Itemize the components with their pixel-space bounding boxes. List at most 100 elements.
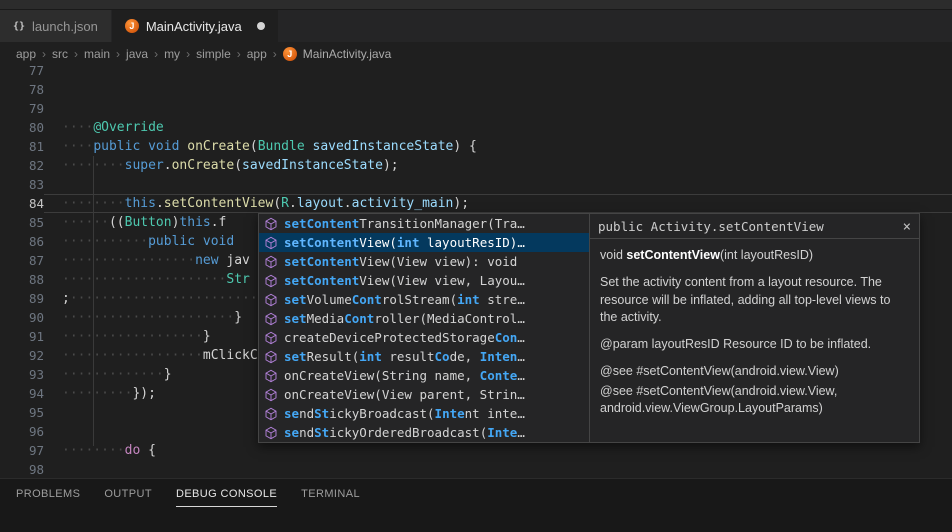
suggestion-item[interactable]: setMediaController(MediaControl… xyxy=(259,309,589,328)
method-signature: void setContentView(int layoutResID) xyxy=(600,247,909,264)
suggestion-item[interactable]: setContentTransitionManager(Tra… xyxy=(259,214,589,233)
suggestion-label: setMediaController(MediaControl… xyxy=(284,311,525,326)
code-text: ····@Override xyxy=(44,118,952,137)
chevron-right-icon: › xyxy=(154,47,158,61)
method-icon xyxy=(263,350,279,364)
panel-tab-problems[interactable]: PROBLEMS xyxy=(16,488,80,507)
code-text xyxy=(44,175,952,194)
breadcrumb-file-label: MainActivity.java xyxy=(303,47,391,61)
suggestion-item[interactable]: sendStickyOrderedBroadcast(Inte… xyxy=(259,423,589,442)
code-line-97[interactable]: 97········do { xyxy=(0,441,952,460)
indent-guide xyxy=(93,156,94,446)
breadcrumb-segment[interactable]: my xyxy=(164,47,180,61)
code-text xyxy=(44,460,952,478)
line-number: 79 xyxy=(0,99,44,118)
line-number: 95 xyxy=(0,403,44,422)
close-icon[interactable]: × xyxy=(903,220,911,234)
code-line-84[interactable]: 84········this.setContentView(R.layout.a… xyxy=(0,194,952,213)
method-icon xyxy=(263,388,279,402)
suggestion-label: setResult(int resultCode, Inten… xyxy=(284,349,525,364)
line-number: 89 xyxy=(0,289,44,308)
suggestion-item[interactable]: onCreateView(View parent, Strin… xyxy=(259,385,589,404)
method-icon xyxy=(263,274,279,288)
line-number: 97 xyxy=(0,441,44,460)
suggestion-label: setContentView(View view): void xyxy=(284,254,517,269)
suggestion-label: setContentView(int layoutResID)… xyxy=(284,235,525,250)
breadcrumb: app›src›main›java›my›simple›app›JMainAct… xyxy=(0,42,952,66)
breadcrumb-segment[interactable]: src xyxy=(52,47,68,61)
panel-tab-output[interactable]: OUTPUT xyxy=(104,488,152,507)
method-icon xyxy=(263,369,279,383)
modified-dot-icon[interactable] xyxy=(257,22,265,30)
code-text: ········this.setContentView(R.layout.act… xyxy=(44,194,952,213)
signature-suffix: (int layoutResID) xyxy=(720,248,813,262)
suggestion-item[interactable]: onCreateView(String name, Conte… xyxy=(259,366,589,385)
docs-body: void setContentView(int layoutResID) Set… xyxy=(590,239,919,427)
line-number: 98 xyxy=(0,460,44,478)
signature-prefix: void xyxy=(600,248,626,262)
chevron-right-icon: › xyxy=(273,47,277,61)
method-icon xyxy=(263,255,279,269)
signature-name: setContentView xyxy=(626,248,720,262)
suggestion-docs-panel: public Activity.setContentView × void se… xyxy=(589,214,919,442)
breadcrumb-segment[interactable]: java xyxy=(126,47,148,61)
vscode-window: {}launch.jsonJMainActivity.java app›src›… xyxy=(0,0,952,532)
json-file-icon: {} xyxy=(13,21,25,32)
docs-paragraph: @see #setContentView(android.view.View) xyxy=(600,363,909,380)
panel-tab-debug-console[interactable]: DEBUG CONSOLE xyxy=(176,488,277,507)
line-number: 86 xyxy=(0,232,44,251)
breadcrumb-segment[interactable]: main xyxy=(84,47,110,61)
line-number: 94 xyxy=(0,384,44,403)
tab-launch.json[interactable]: {}launch.json xyxy=(0,10,112,42)
code-line-81[interactable]: 81····public void onCreate(Bundle savedI… xyxy=(0,137,952,156)
method-icon xyxy=(263,426,279,440)
line-number: 93 xyxy=(0,365,44,384)
docs-title: public Activity.setContentView xyxy=(598,219,824,234)
code-text xyxy=(44,80,952,99)
suggestion-label: onCreateView(String name, Conte… xyxy=(284,368,525,383)
suggestion-label: sendStickyBroadcast(Intent inte… xyxy=(284,406,525,421)
breadcrumb-segment[interactable]: app xyxy=(16,47,36,61)
tab-MainActivity.java[interactable]: JMainActivity.java xyxy=(112,10,279,42)
code-line-83[interactable]: 83 xyxy=(0,175,952,194)
line-number: 83 xyxy=(0,175,44,194)
suggestion-item[interactable]: sendStickyBroadcast(Intent inte… xyxy=(259,404,589,423)
chevron-right-icon: › xyxy=(74,47,78,61)
method-icon xyxy=(263,312,279,326)
suggestion-label: onCreateView(View parent, Strin… xyxy=(284,387,525,402)
suggestion-list[interactable]: setContentTransitionManager(Tra… setConte… xyxy=(259,214,589,442)
breadcrumb-segment[interactable]: app xyxy=(247,47,267,61)
code-line-77[interactable]: 77 xyxy=(0,66,952,80)
java-file-icon: J xyxy=(283,47,297,61)
method-icon xyxy=(263,331,279,345)
code-line-80[interactable]: 80····@Override xyxy=(0,118,952,137)
suggestion-item[interactable]: createDeviceProtectedStorageCon… xyxy=(259,328,589,347)
method-icon xyxy=(263,407,279,421)
code-text: ········super.onCreate(savedInstanceStat… xyxy=(44,156,952,175)
panel-tab-terminal[interactable]: TERMINAL xyxy=(301,488,360,507)
line-number: 80 xyxy=(0,118,44,137)
suggestion-item[interactable]: setResult(int resultCode, Inten… xyxy=(259,347,589,366)
suggestion-item[interactable]: setContentView(int layoutResID)… xyxy=(259,233,589,252)
panel-tab-bar: PROBLEMS OUTPUT DEBUG CONSOLE TERMINAL xyxy=(0,479,952,507)
line-number: 91 xyxy=(0,327,44,346)
line-number: 84 xyxy=(0,194,44,213)
line-number: 77 xyxy=(0,66,44,80)
code-line-98[interactable]: 98 xyxy=(0,460,952,478)
code-line-79[interactable]: 79 xyxy=(0,99,952,118)
editor-tab-bar: {}launch.jsonJMainActivity.java xyxy=(0,10,952,42)
code-line-82[interactable]: 82········super.onCreate(savedInstanceSt… xyxy=(0,156,952,175)
breadcrumb-segment[interactable]: simple xyxy=(196,47,231,61)
suggestion-label: setVolumeControlStream(int stre… xyxy=(284,292,525,307)
suggestion-item[interactable]: setContentView(View view): void xyxy=(259,252,589,271)
line-number: 81 xyxy=(0,137,44,156)
line-number: 96 xyxy=(0,422,44,441)
docs-paragraph: @param layoutResID Resource ID to be inf… xyxy=(600,336,909,353)
suggestion-item[interactable]: setVolumeControlStream(int stre… xyxy=(259,290,589,309)
suggestion-label: sendStickyOrderedBroadcast(Inte… xyxy=(284,425,525,440)
code-line-78[interactable]: 78 xyxy=(0,80,952,99)
code-text: ····public void onCreate(Bundle savedIns… xyxy=(44,137,952,156)
tab-label: MainActivity.java xyxy=(146,19,242,34)
breadcrumb-file[interactable]: J MainActivity.java xyxy=(283,47,391,61)
suggestion-item[interactable]: setContentView(View view, Layou… xyxy=(259,271,589,290)
